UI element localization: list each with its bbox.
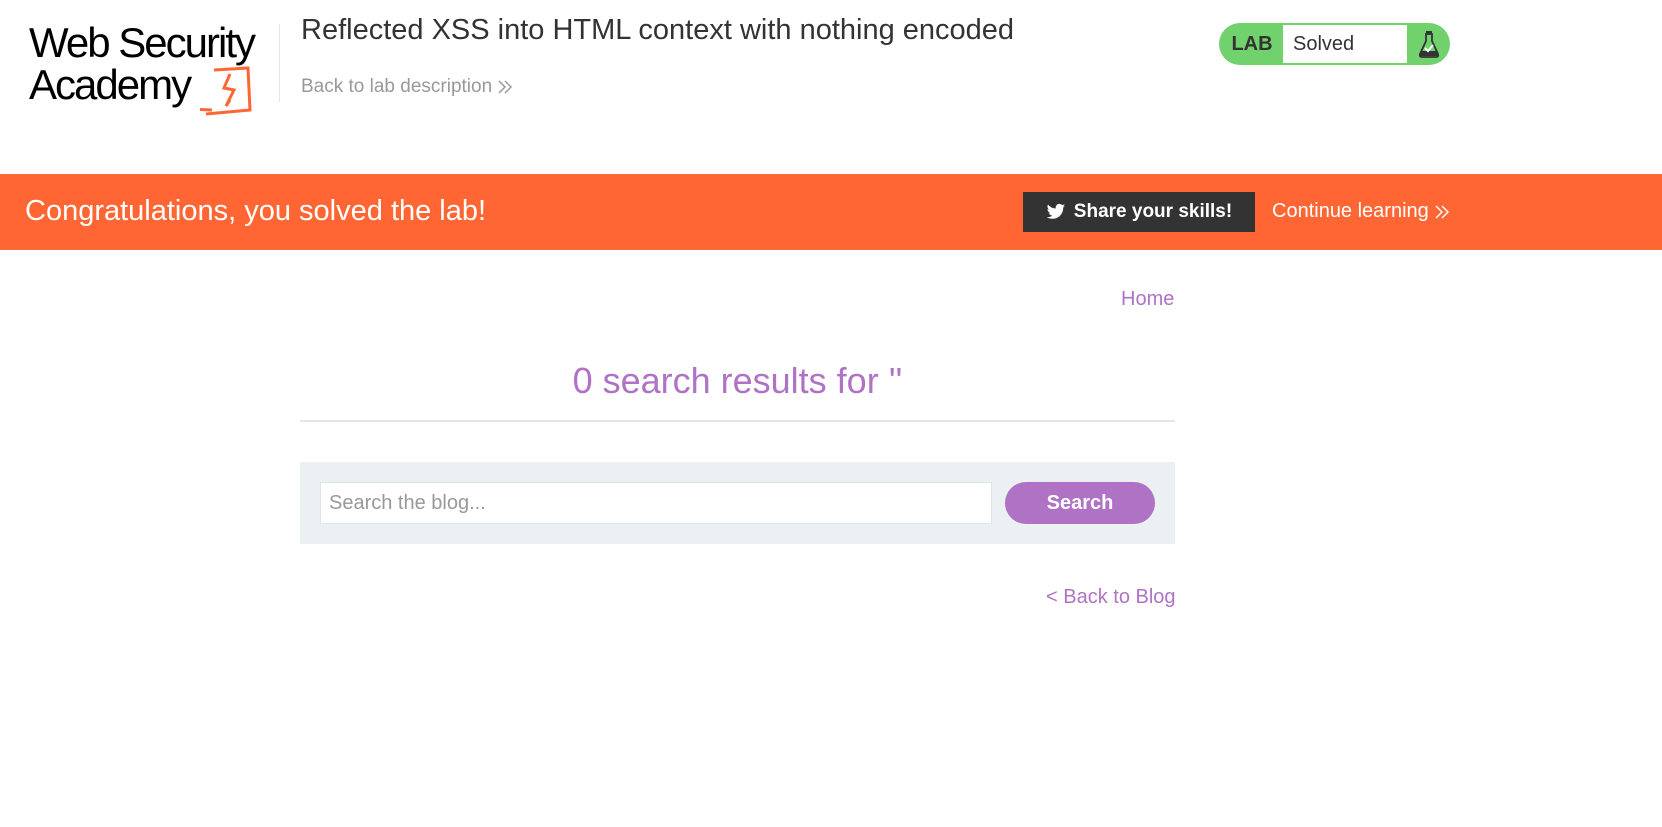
lab-status-text: Solved (1283, 25, 1407, 63)
continue-learning-link[interactable]: Continue learning (1272, 200, 1451, 223)
search-button[interactable]: Search (1005, 482, 1155, 524)
heading-divider (300, 420, 1175, 422)
lab-status-tag: LAB (1231, 32, 1273, 55)
logo-lightning-icon (200, 66, 252, 116)
web-security-academy-logo[interactable]: Web Security Academy (24, 19, 264, 116)
solved-message: Congratulations, you solved the lab! (25, 195, 487, 227)
search-input[interactable] (320, 482, 992, 524)
back-to-lab-description-label: Back to lab description (301, 76, 493, 97)
search-results-heading: 0 search results for '' (572, 360, 903, 401)
header-divider (279, 24, 280, 102)
double-chevron-right-icon (1435, 204, 1449, 219)
share-skills-label: Share your skills! (1073, 201, 1233, 222)
back-to-blog-link[interactable]: < Back to Blog (1046, 586, 1176, 609)
solved-banner: Congratulations, you solved the lab! Sha… (0, 174, 1662, 250)
continue-learning-label: Continue learning (1272, 200, 1429, 222)
lab-title: Reflected XSS into HTML context with not… (301, 14, 1015, 46)
home-link[interactable]: Home (1121, 288, 1174, 311)
double-chevron-right-icon (498, 80, 513, 94)
flask-icon (1407, 30, 1450, 58)
back-to-lab-description-link[interactable]: Back to lab description (301, 76, 514, 98)
twitter-icon (1046, 203, 1065, 219)
lab-status-widget: LAB Solved (1219, 23, 1450, 65)
share-skills-button[interactable]: Share your skills! (1023, 192, 1255, 232)
logo-text-line1: Web Security (29, 19, 256, 66)
logo-text-line2: Academy (29, 61, 192, 108)
search-form: Search (300, 462, 1175, 544)
